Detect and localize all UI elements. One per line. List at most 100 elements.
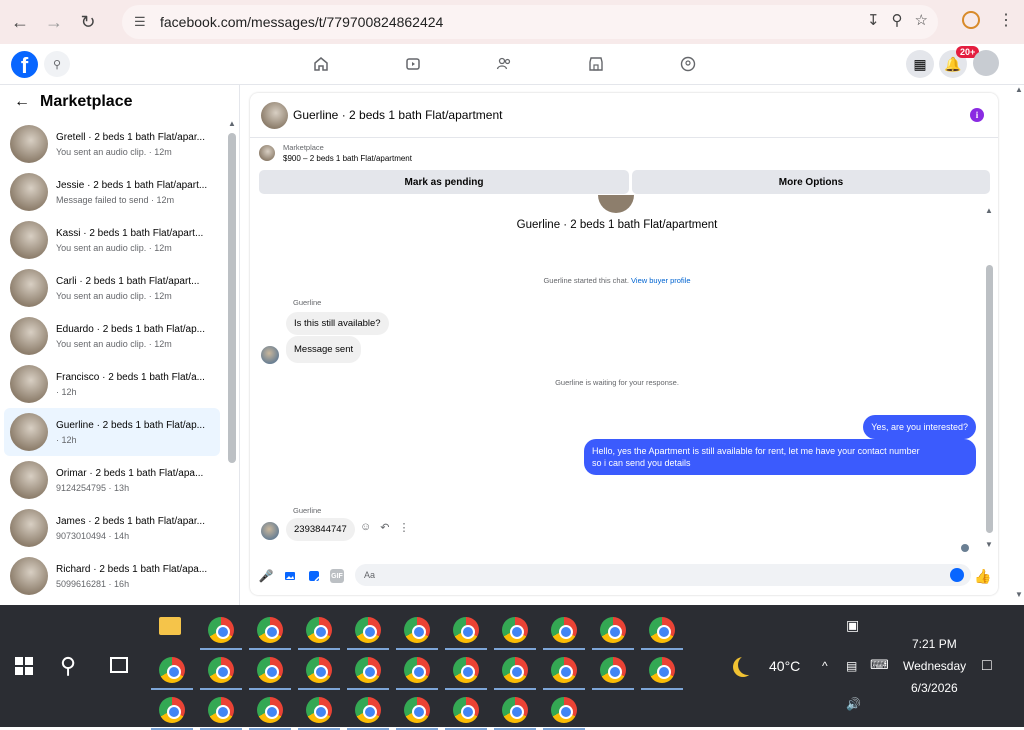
- thread-scroll-down-icon[interactable]: ▼: [985, 540, 993, 549]
- clock-date[interactable]: 6/3/2026: [911, 681, 958, 695]
- conversation-item[interactable]: Orimar · 2 beds 1 bath Flat/apa... 912425…: [4, 456, 220, 504]
- install-app-icon[interactable]: ↧: [867, 11, 880, 29]
- chrome-window-icon[interactable]: [355, 617, 381, 643]
- menu-grid-icon[interactable]: ▦: [906, 50, 934, 78]
- emoji-icon[interactable]: [950, 568, 964, 582]
- chrome-window-icon[interactable]: [551, 657, 577, 683]
- conversation-item[interactable]: Richard · 2 beds 1 bath Flat/apa... 50996…: [4, 552, 220, 600]
- conversation-item[interactable]: Gretell · 2 beds 1 bath Flat/apar... You …: [4, 120, 220, 168]
- video-icon[interactable]: [403, 54, 423, 74]
- chrome-window-icon[interactable]: [257, 617, 283, 643]
- marketplace-icon[interactable]: [586, 54, 606, 74]
- conversation-item[interactable]: James · 2 beds 1 bath Flat/apar... 907301…: [4, 504, 220, 552]
- bookmark-star-icon[interactable]: ☆: [915, 11, 928, 29]
- reply-icon[interactable]: ↶: [380, 521, 389, 534]
- chrome-window-icon[interactable]: [600, 657, 626, 683]
- chrome-window-icon[interactable]: [502, 697, 528, 723]
- sender-avatar[interactable]: [261, 522, 279, 540]
- clock-day[interactable]: Wednesday: [903, 659, 966, 673]
- page-scroll-up-icon[interactable]: ▲: [1015, 85, 1023, 94]
- chrome-window-icon[interactable]: [355, 657, 381, 683]
- chrome-window-icon[interactable]: [453, 697, 479, 723]
- chrome-window-icon[interactable]: [306, 617, 332, 643]
- volume-icon[interactable]: 🔊: [846, 697, 861, 711]
- search-icon[interactable]: ⚲: [44, 51, 70, 77]
- task-view-icon[interactable]: [110, 657, 128, 673]
- chrome-window-icon[interactable]: [551, 617, 577, 643]
- site-info-icon[interactable]: ☰: [134, 14, 154, 30]
- sidebar-scrollbar[interactable]: [228, 133, 236, 463]
- sender-avatar[interactable]: [261, 346, 279, 364]
- gif-icon[interactable]: GIF: [330, 569, 344, 583]
- outgoing-message[interactable]: Yes, are you interested?: [863, 415, 976, 440]
- chrome-window-icon[interactable]: [306, 697, 332, 723]
- info-icon[interactable]: i: [970, 108, 984, 122]
- keyboard-icon[interactable]: ⌨: [870, 657, 889, 673]
- show-hidden-icons-icon[interactable]: ^: [822, 659, 828, 673]
- forward-icon[interactable]: →: [40, 8, 68, 36]
- chrome-window-icon[interactable]: [306, 657, 332, 683]
- microphone-icon[interactable]: 🎤: [259, 569, 274, 583]
- facebook-logo-icon[interactable]: f: [11, 51, 38, 78]
- chrome-window-icon[interactable]: [159, 657, 185, 683]
- conversation-item[interactable]: Guerline · 2 beds 1 bath Flat/ap... · 12h: [4, 408, 220, 456]
- clock-time[interactable]: 7:21 PM: [912, 637, 957, 651]
- home-icon[interactable]: [311, 54, 331, 74]
- page-scrollbar[interactable]: ▲ ▼: [1012, 85, 1024, 605]
- chrome-window-icon[interactable]: [257, 697, 283, 723]
- conversation-item[interactable]: Eduardo · 2 beds 1 bath Flat/ap... You se…: [4, 312, 220, 360]
- chrome-window-icon[interactable]: [453, 617, 479, 643]
- scroll-up-icon[interactable]: ▲: [228, 119, 236, 128]
- chrome-window-icon[interactable]: [404, 657, 430, 683]
- chrome-window-icon[interactable]: [208, 657, 234, 683]
- chrome-window-icon[interactable]: [453, 657, 479, 683]
- friends-icon[interactable]: [494, 54, 514, 74]
- chrome-window-icon[interactable]: [159, 697, 185, 723]
- back-icon[interactable]: ←: [6, 8, 34, 36]
- chrome-window-icon[interactable]: [208, 697, 234, 723]
- temperature[interactable]: 40°C: [769, 658, 800, 674]
- chat-title[interactable]: Guerline · 2 beds 1 bath Flat/apartment: [293, 108, 502, 122]
- account-avatar[interactable]: [973, 50, 999, 76]
- conversation-item[interactable]: Kassi · 2 beds 1 bath Flat/apart... You s…: [4, 216, 220, 264]
- file-explorer-icon[interactable]: [159, 617, 181, 635]
- sticker-icon[interactable]: [307, 569, 321, 583]
- back-arrow-icon[interactable]: ←: [14, 93, 30, 111]
- outgoing-message[interactable]: Hello, yes the Apartment is still availa…: [584, 439, 976, 476]
- chrome-window-icon[interactable]: [649, 617, 675, 643]
- chrome-window-icon[interactable]: [649, 657, 675, 683]
- page-scroll-down-icon[interactable]: ▼: [1015, 590, 1023, 599]
- thread-scrollbar[interactable]: [986, 265, 993, 533]
- notifications-center-icon[interactable]: □: [982, 657, 992, 675]
- conversation-item[interactable]: Francisco · 2 beds 1 bath Flat/a... · 12h: [4, 360, 220, 408]
- more-actions-icon[interactable]: ⋮: [398, 521, 409, 534]
- chrome-window-icon[interactable]: [404, 697, 430, 723]
- incoming-message[interactable]: Message sent: [286, 336, 362, 363]
- profile-icon[interactable]: [962, 11, 980, 29]
- zoom-icon[interactable]: ⚲: [892, 11, 903, 29]
- conversation-item[interactable]: Jessie · 2 beds 1 bath Flat/apart... Mess…: [4, 168, 220, 216]
- reload-icon[interactable]: ↻: [74, 8, 102, 36]
- chrome-window-icon[interactable]: [208, 617, 234, 643]
- photo-icon[interactable]: [283, 569, 297, 583]
- conversation-item[interactable]: Carli · 2 beds 1 bath Flat/apart... You s…: [4, 264, 220, 312]
- search-taskbar-icon[interactable]: ⚲: [60, 653, 76, 679]
- message-input[interactable]: Aa: [355, 564, 971, 586]
- windows-start-icon[interactable]: [15, 657, 33, 675]
- more-options-button[interactable]: More Options: [632, 170, 990, 194]
- chrome-window-icon[interactable]: [257, 657, 283, 683]
- react-emoji-icon[interactable]: ☺: [360, 521, 371, 534]
- weather-moon-icon[interactable]: [738, 655, 758, 675]
- chrome-window-icon[interactable]: [502, 617, 528, 643]
- view-buyer-profile-link[interactable]: View buyer profile: [631, 276, 690, 285]
- thread-scroll-up-icon[interactable]: ▲: [985, 206, 993, 215]
- chat-avatar[interactable]: [261, 102, 288, 129]
- chrome-window-icon[interactable]: [404, 617, 430, 643]
- chrome-window-icon[interactable]: [502, 657, 528, 683]
- network-icon[interactable]: ▤: [846, 659, 857, 673]
- chrome-window-icon[interactable]: [600, 617, 626, 643]
- url-text[interactable]: facebook.com/messages/t/779700824862424: [160, 14, 443, 30]
- chrome-window-icon[interactable]: [355, 697, 381, 723]
- address-bar[interactable]: ☰ facebook.com/messages/t/77970082486242…: [122, 5, 938, 39]
- incoming-message[interactable]: Is this still available?: [286, 312, 389, 335]
